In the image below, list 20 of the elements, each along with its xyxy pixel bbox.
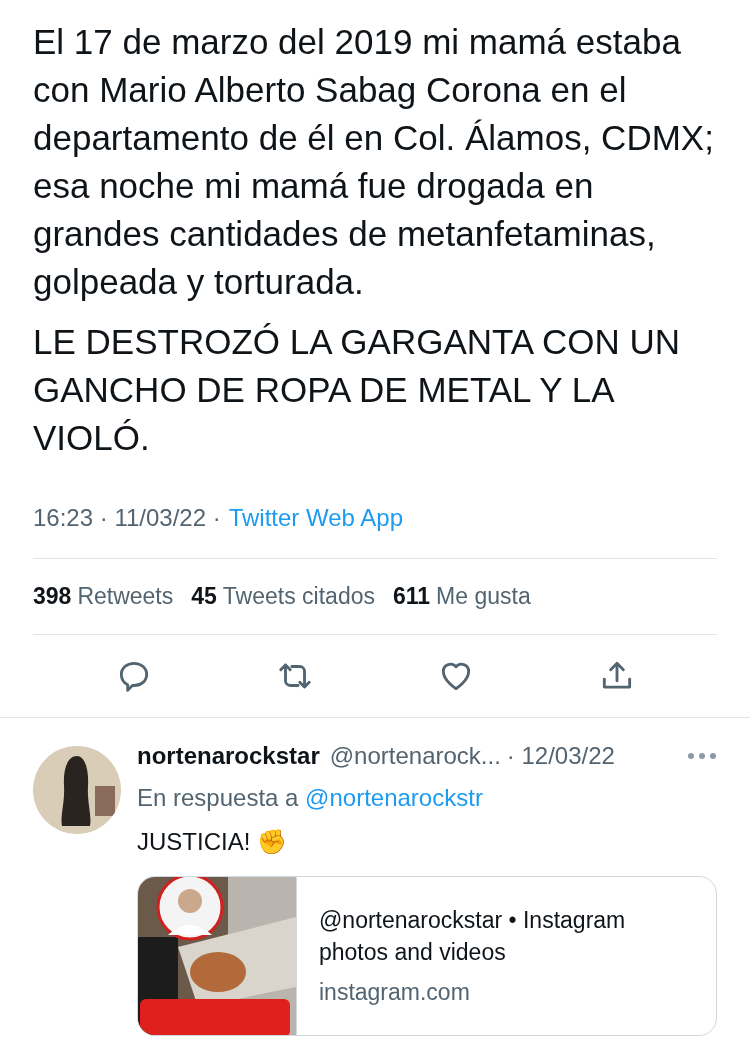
stat-count: 611 [393,582,431,611]
more-icon [687,751,717,760]
reply-text: JUSTICIA! ✊ [137,826,288,857]
author-handle: @nortenarock... [329,740,501,771]
reply-prefix: En respuesta a [137,783,299,811]
card-title: @nortenarockstar • Instagram photos and videos [319,905,627,967]
more-button[interactable] [687,751,717,760]
reply-date: · 12/03/22 [506,740,615,771]
tweet-timestamp: 16:23 · 11/03/22 · [33,503,221,533]
avatar[interactable] [33,745,121,834]
author-name[interactable]: nortenarockstar [137,737,320,774]
card-domain: instagram.com [319,977,471,1007]
stat-count: 45 [191,582,217,611]
stat-count: 398 [33,582,72,611]
tweet-text: El 17 de marzo del 2019 mi mamá estaba con Mario Alberto Sabag Corona en el departamento de él en Col. Álamos, CDMX; esa noche mi mamá fue drogada en grandes cantidades de metanfetaminas, golpeada y torturada. [33,21,715,303]
link-card[interactable]: @nortenarockstar • Instagram photos and videos instagram.com [137,875,717,1036]
stat-label[interactable]: Me gusta [436,579,531,614]
stat-label[interactable]: Retweets [77,579,174,614]
stat-label[interactable]: Tweets citados [222,579,375,614]
tweet-text: LE DESTROZÓ LA GARGANTA CON UN GANCHO DE ROPA DE METAL Y LA VIOLÓ. [33,321,681,459]
